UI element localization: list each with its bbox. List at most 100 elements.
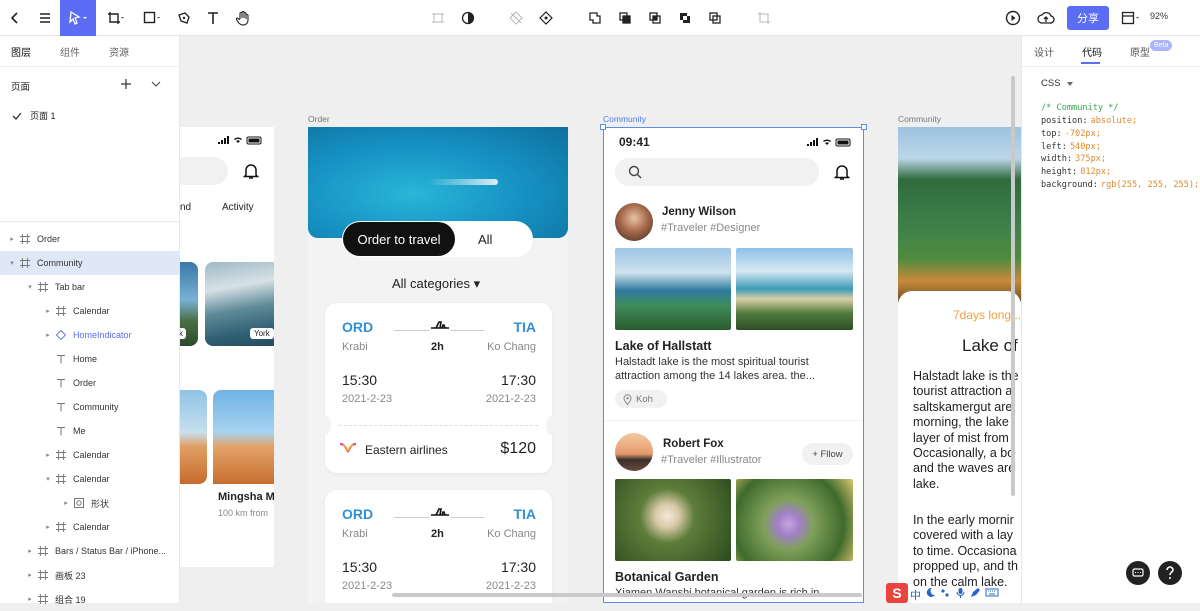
artboard-order[interactable]: Order to travel All All categories ▾ ORD… <box>308 127 568 603</box>
layer-item[interactable]: ▸ Calendar <box>0 443 180 467</box>
pen-tool-icon[interactable] <box>172 6 196 30</box>
select-tool-button[interactable] <box>60 0 96 36</box>
follow-button[interactable]: + Fllow <box>802 443 853 465</box>
flatten-icon[interactable] <box>703 6 727 30</box>
move-icon[interactable] <box>534 6 558 30</box>
layer-item[interactable]: ▸ Calendar <box>0 299 180 323</box>
pen-icon[interactable] <box>970 587 981 598</box>
punctuation-icon[interactable] <box>940 587 951 598</box>
location-chip[interactable]: Koh <box>615 390 667 408</box>
crop-frame-tool-icon[interactable] <box>104 6 128 30</box>
layout-panel-icon[interactable] <box>1119 6 1143 30</box>
post-image[interactable] <box>736 479 853 561</box>
layer-expand-icon[interactable]: ▾ <box>8 259 16 267</box>
post-image[interactable] <box>615 479 731 561</box>
moon-icon[interactable] <box>925 587 936 598</box>
layer-expand-icon[interactable]: ▸ <box>62 499 70 507</box>
post-title[interactable]: Lake of Hallstatt <box>615 339 712 353</box>
author-name[interactable]: Jenny Wilson <box>662 206 736 218</box>
layer-expand-icon[interactable]: ▸ <box>26 595 34 603</box>
search-input[interactable] <box>615 158 819 186</box>
boolean-union-icon[interactable] <box>583 6 607 30</box>
layer-item[interactable]: ▸ 画板 23 <box>0 563 180 587</box>
artboard-label-community-2[interactable]: Community <box>898 114 941 124</box>
tab-code[interactable]: 代码 <box>1082 44 1102 59</box>
design-canvas[interactable]: nd Activity k York Mingsha M 100 km from… <box>180 36 1021 603</box>
artboard-community-detail[interactable]: 7days long... Lake of Halstadt lake is t… <box>898 127 1021 603</box>
layer-item[interactable]: Home <box>0 347 180 371</box>
tab-design[interactable]: 设计 <box>1034 44 1054 59</box>
cloud-upload-icon[interactable] <box>1034 6 1058 30</box>
page-item[interactable]: 页面 1 <box>12 109 56 122</box>
boolean-intersect-icon[interactable] <box>643 6 667 30</box>
artboard-label-community[interactable]: Community <box>603 114 646 124</box>
layer-expand-icon[interactable]: ▾ <box>44 475 52 483</box>
layer-item[interactable]: ▸ Bars / Status Bar / iPhone... <box>0 539 180 563</box>
tab-layers[interactable]: 图层 <box>11 44 31 59</box>
layer-item[interactable]: ▾ Calendar <box>0 467 180 491</box>
boolean-subtract-icon[interactable] <box>613 6 637 30</box>
tab-components[interactable]: 组件 <box>60 44 80 59</box>
menu-icon[interactable] <box>33 6 57 30</box>
trip-card-image[interactable] <box>180 390 207 484</box>
layer-item[interactable]: Order <box>0 371 180 395</box>
layer-expand-icon[interactable]: ▸ <box>44 451 52 459</box>
tab-assets[interactable]: 资源 <box>109 44 129 59</box>
ticket-card[interactable]: ORD TIA Krabi 2h Ko Chang 15:30 17:30 20… <box>319 303 558 473</box>
css-language-select[interactable]: CSS <box>1041 78 1073 89</box>
keyboard-icon[interactable] <box>985 587 999 598</box>
layer-item[interactable]: Community <box>0 395 180 419</box>
tab-activity[interactable]: Activity <box>222 202 254 213</box>
artboard-community[interactable]: 09:41 Jenny Wilson #Traveler #Designer L… <box>603 127 864 603</box>
layer-item[interactable]: ▸ HomeIndicator <box>0 323 180 347</box>
layer-expand-icon[interactable]: ▸ <box>44 523 52 531</box>
layer-item[interactable]: ▸ 形状 <box>0 491 180 515</box>
slice-icon[interactable] <box>752 6 776 30</box>
layer-expand-icon[interactable]: ▸ <box>44 307 52 315</box>
bell-icon[interactable] <box>243 163 259 180</box>
mic-icon[interactable] <box>955 587 966 598</box>
layer-item[interactable]: ▸ Order <box>0 227 180 251</box>
search-bar[interactable] <box>180 157 228 185</box>
ticket-card[interactable]: ORD TIA Krabi 2h Ko Chang 15:30 17:30 20… <box>325 490 552 603</box>
layer-expand-icon[interactable]: ▸ <box>44 331 52 339</box>
zoom-level[interactable]: 92% <box>1150 11 1168 21</box>
post-title[interactable]: Botanical Garden <box>615 570 719 584</box>
help-button[interactable] <box>1158 561 1182 585</box>
collapse-pages-icon[interactable] <box>151 80 161 88</box>
categories-dropdown[interactable]: All categories ▾ <box>392 276 480 292</box>
layer-item[interactable]: Me <box>0 419 180 443</box>
layer-item[interactable]: ▾ Tab bar <box>0 275 180 299</box>
layer-item[interactable]: ▸ Calendar <box>0 515 180 539</box>
add-page-icon[interactable] <box>120 78 132 90</box>
artboard-left-partial[interactable]: nd Activity k York Mingsha M 100 km from <box>180 127 274 567</box>
text-tool-icon[interactable] <box>201 6 225 30</box>
selection-handle[interactable] <box>600 124 606 130</box>
layer-expand-icon[interactable]: ▾ <box>26 283 34 291</box>
layer-expand-icon[interactable]: ▸ <box>26 547 34 555</box>
layer-expand-icon[interactable]: ▸ <box>8 235 16 243</box>
input-method-logo-icon[interactable]: S <box>886 583 908 603</box>
play-preview-icon[interactable] <box>1001 6 1025 30</box>
avatar[interactable] <box>615 203 653 241</box>
post-image[interactable] <box>615 248 731 330</box>
layer-item[interactable]: ▾ Community <box>0 251 180 275</box>
chat-button[interactable] <box>1126 561 1150 585</box>
vertical-scrollbar[interactable] <box>1011 76 1015 496</box>
all-button[interactable]: All <box>478 232 492 247</box>
bell-icon[interactable] <box>834 164 850 181</box>
boolean-exclude-icon[interactable] <box>673 6 697 30</box>
horizontal-scrollbar[interactable] <box>392 593 862 597</box>
author-name[interactable]: Robert Fox <box>663 438 724 450</box>
mask-icon[interactable] <box>456 6 480 30</box>
post-image[interactable] <box>736 248 853 330</box>
layer-expand-icon[interactable]: ▸ <box>26 571 34 579</box>
trip-card-image-2[interactable] <box>213 390 274 484</box>
input-method-toolbar[interactable]: 中 <box>910 587 999 603</box>
tab-partial[interactable]: nd <box>180 202 191 213</box>
tab-prototype[interactable]: 原型 <box>1130 44 1150 59</box>
component-icon[interactable] <box>504 6 528 30</box>
share-button[interactable]: 分享 <box>1067 6 1109 30</box>
selection-handle[interactable] <box>861 124 867 130</box>
component-frame-icon[interactable] <box>426 6 450 30</box>
